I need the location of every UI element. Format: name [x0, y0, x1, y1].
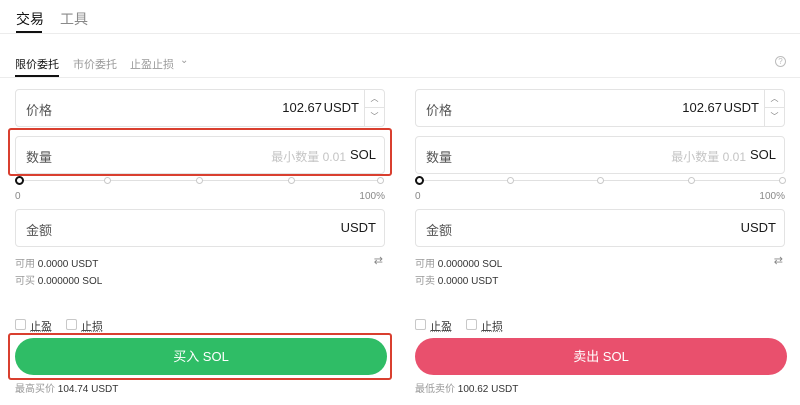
buy-amount-unit: SOL	[349, 147, 376, 162]
sell-price-field[interactable]: 价格 102.67 USDT ︿ ﹀	[415, 89, 785, 127]
sell-amount-placeholder[interactable]: 最小数量 0.01	[671, 148, 746, 165]
buy-tp-sl-row: 止盈 止损	[15, 318, 215, 334]
slider-min-label: 0	[15, 191, 21, 202]
buy-total-field[interactable]: 金额 USDT	[15, 209, 385, 247]
slider-step-25[interactable]	[104, 177, 111, 184]
slider-step-100[interactable]	[377, 177, 384, 184]
sell-available-label: 可用	[415, 259, 435, 270]
buy-stop-loss-label[interactable]: 止损	[81, 318, 103, 334]
transfer-swap-icon[interactable]: ⇄	[374, 254, 383, 267]
chevron-up-icon[interactable]: ︿	[365, 90, 384, 108]
buy-best-price: 最高买价 104.74 USDT	[15, 380, 118, 395]
sell-panel: 价格 102.67 USDT ︿ ﹀ 数量 最小数量 0.01 SOL 0 10…	[415, 0, 797, 405]
buy-available: 可用 0.0000 USDT	[15, 255, 98, 270]
sell-take-profit-checkbox[interactable]	[415, 319, 426, 330]
buy-best-price-label: 最高买价	[15, 384, 55, 395]
sell-stop-loss-label[interactable]: 止损	[481, 318, 503, 334]
buy-amount-label: 数量	[26, 150, 53, 165]
sell-total-label: 金额	[426, 223, 453, 238]
slider-min-label: 0	[415, 191, 421, 202]
buy-price-unit: USDT	[323, 100, 359, 115]
sell-amount-unit: SOL	[749, 147, 776, 162]
chevron-up-icon[interactable]: ︿	[765, 90, 784, 108]
slider-handle[interactable]	[15, 176, 24, 185]
sell-best-price-label: 最低卖价	[415, 384, 455, 395]
sell-price-label: 价格	[426, 103, 453, 118]
slider-step-75[interactable]	[288, 177, 295, 184]
sell-best-price-value: 100.62 USDT	[457, 384, 519, 395]
buy-max-value: 0.000000 SOL	[37, 276, 103, 287]
sell-amount-label: 数量	[426, 150, 453, 165]
buy-amount-field[interactable]: 数量 最小数量 0.01 SOL	[15, 136, 385, 174]
sell-available-value: 0.000000 SOL	[437, 259, 503, 270]
slider-max-label: 100%	[359, 191, 385, 202]
buy-button[interactable]: 买入 SOL	[15, 338, 387, 375]
transfer-swap-icon[interactable]: ⇄	[774, 254, 783, 267]
sell-button[interactable]: 卖出 SOL	[415, 338, 787, 375]
buy-best-price-value: 104.74 USDT	[57, 384, 119, 395]
sell-price-value[interactable]: 102.67	[682, 100, 722, 115]
sell-tp-sl-row: 止盈 止损	[415, 318, 615, 334]
slider-step-75[interactable]	[688, 177, 695, 184]
slider-step-25[interactable]	[507, 177, 514, 184]
sell-max-label: 可卖	[415, 276, 435, 287]
slider-handle[interactable]	[415, 176, 424, 185]
buy-total-label: 金额	[26, 223, 53, 238]
sell-take-profit-label[interactable]: 止盈	[430, 318, 452, 334]
buy-total-unit: USDT	[340, 220, 376, 235]
sell-max-sellable: 可卖 0.0000 USDT	[415, 272, 498, 287]
chevron-down-icon[interactable]: ﹀	[365, 108, 384, 126]
buy-price-value[interactable]: 102.67	[282, 100, 322, 115]
sell-amount-slider[interactable]	[415, 176, 786, 186]
buy-take-profit-label[interactable]: 止盈	[30, 318, 52, 334]
slider-max-label: 100%	[759, 191, 785, 202]
buy-available-label: 可用	[15, 259, 35, 270]
buy-stop-loss-checkbox[interactable]	[66, 319, 77, 330]
sell-total-unit: USDT	[740, 220, 776, 235]
buy-panel: 价格 102.67 USDT ︿ ﹀ 数量 最小数量 0.01 SOL 0 10…	[15, 0, 397, 405]
sell-price-unit: USDT	[723, 100, 759, 115]
sell-amount-field[interactable]: 数量 最小数量 0.01 SOL	[415, 136, 785, 174]
buy-price-stepper: ︿ ﹀	[364, 90, 384, 126]
sell-best-price: 最低卖价 100.62 USDT	[415, 380, 518, 395]
buy-take-profit-checkbox[interactable]	[15, 319, 26, 330]
sell-max-value: 0.0000 USDT	[437, 276, 499, 287]
buy-amount-placeholder[interactable]: 最小数量 0.01	[271, 148, 346, 165]
buy-available-value: 0.0000 USDT	[37, 259, 99, 270]
chevron-down-icon[interactable]: ﹀	[765, 108, 784, 126]
buy-price-label: 价格	[26, 103, 53, 118]
buy-max-label: 可买	[15, 276, 35, 287]
slider-step-100[interactable]	[779, 177, 786, 184]
slider-step-50[interactable]	[597, 177, 604, 184]
buy-max-buyable: 可买 0.000000 SOL	[15, 272, 102, 287]
slider-step-50[interactable]	[196, 177, 203, 184]
sell-total-field[interactable]: 金额 USDT	[415, 209, 785, 247]
sell-available: 可用 0.000000 SOL	[415, 255, 502, 270]
buy-amount-slider[interactable]	[15, 176, 385, 186]
buy-price-field[interactable]: 价格 102.67 USDT ︿ ﹀	[15, 89, 385, 127]
sell-price-stepper: ︿ ﹀	[764, 90, 784, 126]
sell-stop-loss-checkbox[interactable]	[466, 319, 477, 330]
